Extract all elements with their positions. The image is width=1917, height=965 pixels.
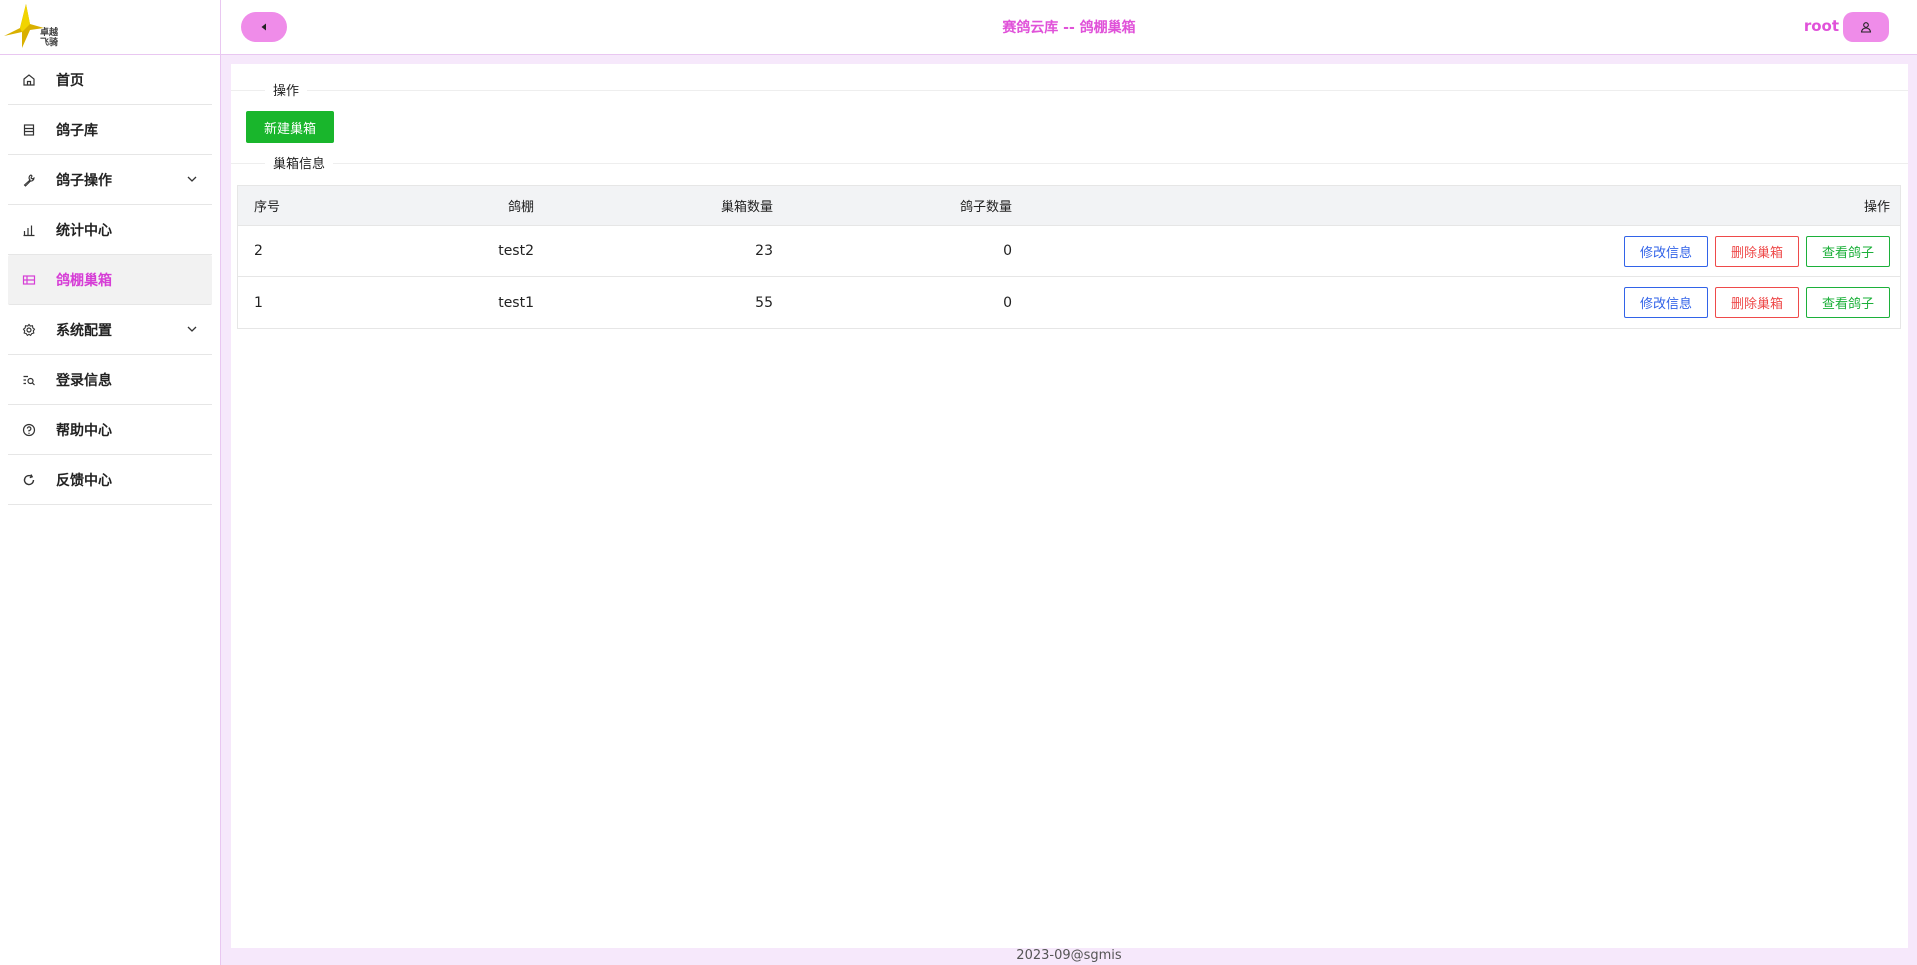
column-header[interactable]: 序号: [254, 186, 280, 225]
sidebar-item-label: 鸽子操作: [56, 172, 112, 189]
column-header[interactable]: 鸽子数量: [960, 186, 1012, 225]
delete-nest-box-button[interactable]: 删除巢箱: [1714, 287, 1799, 318]
chevron-down-icon[interactable]: [186, 173, 198, 189]
search-list-icon: [22, 373, 36, 387]
sidebar-item-loft-boxes[interactable]: 鸽棚巢箱: [8, 255, 212, 305]
column-header: 操作: [1863, 200, 1890, 215]
logo-text: 卓越飞骑: [40, 28, 59, 48]
divider: [231, 90, 1908, 91]
username[interactable]: root: [1804, 17, 1839, 35]
cell-index: 1: [254, 294, 263, 311]
cell-pigeon-count: 0: [1003, 243, 1012, 259]
sidebar-item-login-info[interactable]: 登录信息: [8, 355, 212, 405]
top-header: 赛鸽云库 -- 鸽棚巢箱 root: [221, 0, 1917, 55]
logo[interactable]: 卓越飞骑: [0, 0, 220, 55]
delete-nest-box-button[interactable]: 删除巢箱: [1714, 235, 1799, 267]
sidebar-item-pigeon-operations[interactable]: 鸽子操作: [8, 155, 212, 205]
gear-icon: [22, 323, 36, 337]
table-row: 2 test2 23 0 修改信息 删除巢箱 查看鸽子: [238, 226, 1900, 277]
column-header[interactable]: 巢箱数量: [721, 186, 773, 225]
cell-pigeon-count: 0: [1003, 294, 1012, 311]
row-actions: 修改信息 删除巢箱 查看鸽子: [1617, 277, 1890, 328]
chevron-down-icon[interactable]: [186, 323, 198, 339]
list-icon: [22, 123, 36, 137]
sidebar-item-help[interactable]: 帮助中心: [8, 405, 212, 455]
sidebar-item-label: 鸽棚巢箱: [56, 272, 112, 289]
home-icon: [22, 73, 36, 87]
sidebar-item-pigeon-library[interactable]: 鸽子库: [8, 105, 212, 155]
table-header: 序号 鸽棚 巢箱数量 鸽子数量 操作: [238, 186, 1900, 226]
help-circle-icon: [22, 423, 36, 437]
operations-section: 操作: [231, 80, 1908, 100]
sidebar-item-label: 统计中心: [56, 222, 112, 239]
cell-box-count: 23: [755, 243, 773, 259]
edit-info-button[interactable]: 修改信息: [1623, 287, 1708, 318]
view-pigeons-button[interactable]: 查看鸽子: [1805, 235, 1890, 267]
page-title: 赛鸽云库 -- 鸽棚巢箱: [1002, 20, 1136, 36]
sidebar-item-label: 帮助中心: [56, 422, 112, 439]
sidebar-item-label: 系统配置: [56, 322, 112, 339]
grid-icon: [22, 273, 36, 287]
sidebar-item-label: 首页: [56, 72, 84, 89]
cell-box-count: 55: [755, 294, 773, 311]
sidebar-item-label: 登录信息: [56, 372, 112, 389]
cell-loft: test2: [498, 243, 534, 259]
table-row: 1 test1 55 0 修改信息 删除巢箱 查看鸽子: [238, 277, 1900, 328]
user-menu-button[interactable]: [1843, 12, 1889, 42]
section-label: 巢箱信息: [265, 153, 334, 172]
main-content: 操作 新建巢箱 巢箱信息 序号 鸽棚 巢箱数量 鸽子数量 操作 2 test2 …: [231, 64, 1908, 948]
new-nest-box-button[interactable]: 新建巢箱: [246, 111, 334, 143]
sidebar-item-home[interactable]: 首页: [8, 55, 212, 105]
row-actions: 修改信息 删除巢箱 查看鸽子: [1617, 226, 1890, 276]
sidebar-item-label: 鸽子库: [56, 122, 98, 139]
footer-text: 2023-09@sgmis: [1016, 948, 1122, 963]
refresh-icon: [22, 473, 36, 487]
cell-index: 2: [254, 243, 263, 259]
view-pigeons-button[interactable]: 查看鸽子: [1805, 287, 1890, 318]
user-icon: [1860, 22, 1872, 33]
divider: [231, 163, 1908, 164]
section-label: 操作: [265, 80, 308, 99]
cell-loft: test1: [498, 294, 534, 311]
sidebar-item-system-config[interactable]: 系统配置: [8, 305, 212, 355]
sidebar-item-feedback[interactable]: 反馈中心: [8, 455, 212, 505]
edit-info-button[interactable]: 修改信息: [1623, 235, 1708, 267]
bar-chart-icon: [22, 223, 36, 237]
nest-box-table: 序号 鸽棚 巢箱数量 鸽子数量 操作 2 test2 23 0 修改信息 删除巢…: [237, 185, 1901, 329]
info-section: 巢箱信息: [231, 153, 1908, 173]
sidebar: 卓越飞骑 首页 鸽子库 鸽子操作 统计中心 鸽棚巢箱 系统配置 登录信息 帮助中…: [0, 0, 221, 965]
sidebar-item-label: 反馈中心: [56, 472, 112, 489]
sidebar-item-statistics[interactable]: 统计中心: [8, 205, 212, 255]
column-header[interactable]: 鸽棚: [508, 186, 534, 225]
wrench-icon: [22, 173, 36, 187]
sidebar-menu: 首页 鸽子库 鸽子操作 统计中心 鸽棚巢箱 系统配置 登录信息 帮助中心 反馈中…: [0, 55, 220, 505]
